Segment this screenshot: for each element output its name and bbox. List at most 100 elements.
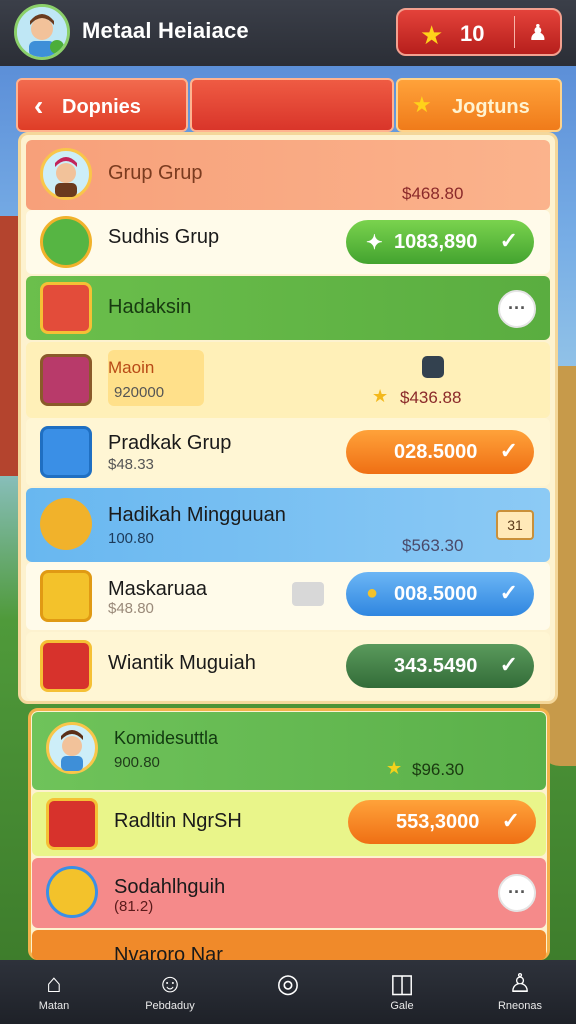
player-avatar[interactable] <box>14 4 70 60</box>
item-amount: $436.88 <box>400 388 462 407</box>
coin-icon: ● <box>366 582 379 604</box>
claim-value: 028.5000 <box>394 441 478 463</box>
list-item[interactable]: Komidesuttla 900.80 ★ $96.30 <box>32 712 546 790</box>
gift-box-icon <box>40 640 92 692</box>
compass-icon: ◎ <box>276 968 300 998</box>
list-item[interactable]: Hadaksin ··· <box>26 276 550 340</box>
list-item[interactable]: Radltin NgrSH 553,3000 ✓ <box>32 792 546 856</box>
check-icon: ✓ <box>499 438 518 463</box>
nav-cube[interactable]: ◫ Gale <box>352 960 452 1024</box>
back-tab[interactable]: ‹ Dopnies <box>16 78 188 132</box>
chef-icon: ☺ <box>156 968 184 998</box>
character-avatar-icon <box>46 722 98 774</box>
item-amount: $563.30 <box>402 536 464 555</box>
nav-label: Rneonas <box>497 1000 543 1012</box>
horn-icon <box>40 498 92 550</box>
item-title: Pradkak Grup <box>108 432 232 454</box>
star-coin-icon: ★ <box>412 92 432 117</box>
item-sub-value: 920000 <box>114 384 165 401</box>
item-title: Maskaruaa <box>108 578 207 600</box>
rewards-tab-label: Jogtuns <box>452 96 530 118</box>
list-item[interactable]: Maoin 920000 ★ $436.88 <box>26 342 550 418</box>
gift-box-icon <box>40 570 92 622</box>
lock-icon <box>422 356 444 378</box>
list-item[interactable]: Nvaroro Nar <box>32 930 546 960</box>
nav-compass[interactable]: ◎ <box>238 960 338 1024</box>
star-badge-icon <box>46 866 98 918</box>
list-item[interactable]: Sodahlhguih (81.2) ··· <box>32 858 546 928</box>
claim-button[interactable]: ● 008.5000 ✓ <box>346 572 534 616</box>
back-tab-label: Dopnies <box>62 96 141 118</box>
item-sub-value: 900.80 <box>114 754 160 771</box>
list-item[interactable]: Hadikah Mingguuan 100.80 31 $563.30 <box>26 488 550 562</box>
item-title: Komidesuttla <box>114 728 219 748</box>
claim-button[interactable]: 553,3000 ✓ <box>348 800 536 844</box>
list-item[interactable]: Pradkak Grup $48.33 028.5000 ✓ <box>26 418 550 486</box>
item-title: Sodahlhguih <box>114 876 226 898</box>
gift-box-icon <box>40 426 92 478</box>
nav-home[interactable]: ⌂ Matan <box>4 960 104 1024</box>
list-item[interactable]: Maskaruaa $48.80 ● 008.5000 ✓ <box>26 562 550 630</box>
app-title: Metaal Heiaiace <box>82 18 249 43</box>
star-icon: ★ <box>386 758 403 778</box>
star-icon: ★ <box>420 20 444 50</box>
gift-icon: ✦ <box>366 232 383 254</box>
item-title: Grup Grup <box>108 162 203 184</box>
more-options-button[interactable]: ··· <box>498 874 536 912</box>
nav-chef[interactable]: ☺ Pebdaduy <box>120 960 220 1024</box>
star-count: 10 <box>460 21 485 46</box>
rewards-tab[interactable]: ★ Jogtuns <box>396 78 562 132</box>
claim-value: 343.5490 <box>394 655 478 677</box>
tab-bar: ‹ Dopnies ★ Jogtuns <box>16 78 562 132</box>
claim-button[interactable]: 028.5000 ✓ <box>346 430 534 474</box>
item-title: Hadikah Mingguuan <box>108 504 286 526</box>
item-sub-value: (81.2) <box>114 898 154 915</box>
item-title: Sudhis Grup <box>108 226 220 248</box>
star-currency[interactable]: ★ 10 ♟ <box>396 8 562 56</box>
item-amount: $468.80 <box>402 184 464 203</box>
check-icon: ✓ <box>501 808 520 833</box>
claim-value: 553,3000 <box>396 811 480 833</box>
check-icon: ✓ <box>499 228 518 253</box>
middle-tab[interactable] <box>190 78 394 132</box>
info-badge[interactable]: 31 <box>496 510 534 540</box>
item-amount: $96.30 <box>412 760 464 779</box>
claim-value: 008.5000 <box>394 583 478 605</box>
claim-button[interactable]: 343.5490 ✓ <box>346 644 534 688</box>
gift-box-icon <box>46 798 98 850</box>
item-title: Radltin NgrSH <box>114 810 242 832</box>
top-bar: Metaal Heiaiace ★ 10 ♟ <box>0 0 576 66</box>
star-icon: ★ <box>372 386 389 406</box>
home-icon: ⌂ <box>46 968 62 998</box>
profile-icon[interactable]: ♟ <box>528 20 548 46</box>
bottom-nav: ⌂ Matan ☺ Pebdaduy ◎ ◫ Gale ♙ Rneonas <box>0 960 576 1024</box>
nav-label: Matan <box>38 1000 70 1012</box>
list-item[interactable]: Sudhis Grup ✦ 1083,890 ✓ <box>26 210 550 274</box>
item-sub-value: $48.33 <box>108 456 154 473</box>
nav-label: Gale <box>390 1000 414 1012</box>
chest-icon <box>40 354 92 406</box>
check-icon: ✓ <box>499 580 518 605</box>
item-sub-value: 100.80 <box>108 530 154 547</box>
item-title: Nvaroro Nar <box>114 944 223 960</box>
item-title: Maoin <box>108 358 155 377</box>
nav-profile[interactable]: ♙ Rneonas <box>470 960 570 1024</box>
divider <box>514 16 515 48</box>
item-title: Hadaksin <box>108 296 192 318</box>
profile-icon: ♙ <box>508 968 532 998</box>
gift-box-icon <box>40 282 92 334</box>
check-icon: ✓ <box>499 652 518 677</box>
list-item[interactable]: Grup Grup $468.80 <box>26 140 550 210</box>
claim-button[interactable]: ✦ 1083,890 ✓ <box>346 220 534 264</box>
more-options-button[interactable]: ··· <box>498 290 536 328</box>
cube-icon: ◫ <box>389 968 415 998</box>
claim-value: 1083,890 <box>394 231 478 253</box>
shield-icon <box>40 216 92 268</box>
item-sub-value: $48.80 <box>108 600 154 617</box>
list-item[interactable]: Wiantik Muguiah 343.5490 ✓ <box>26 632 550 700</box>
character-avatar-icon <box>40 148 92 200</box>
package-icon <box>292 582 324 606</box>
back-arrow-icon: ‹ <box>34 90 44 121</box>
nav-label: Pebdaduy <box>145 1000 195 1012</box>
item-title: Wiantik Muguiah <box>108 652 256 674</box>
